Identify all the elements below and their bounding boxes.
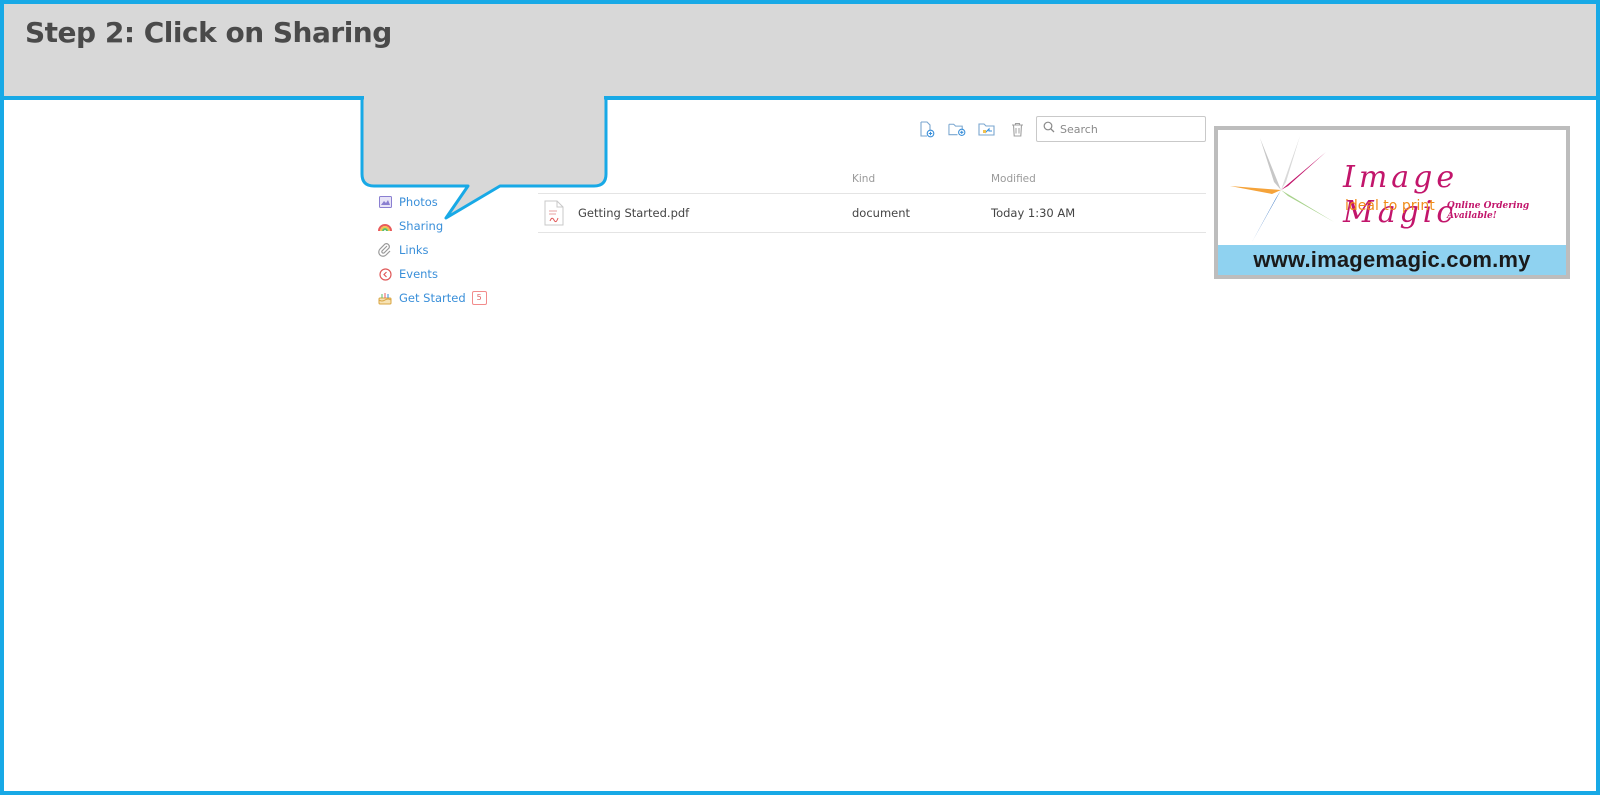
table-header: Kind Modified [538,168,1206,194]
new-file-icon[interactable] [918,120,936,138]
sidebar-item-links[interactable]: Links [378,238,518,262]
pdf-file-icon [544,200,564,226]
ad-tagline: ideal to print [1345,198,1435,214]
clock-icon [378,267,392,281]
sidebar-item-label: Events [399,267,438,281]
new-folder-icon[interactable] [948,120,966,138]
image-magic-ad[interactable]: Image Magic ideal to print Online Orderi… [1214,126,1570,279]
column-header-kind[interactable]: Kind [852,173,875,185]
sidebar-item-photos[interactable]: Photos [378,190,518,214]
sidebar-item-label: Links [399,243,429,257]
toolbar [918,120,1026,138]
search-input[interactable] [1060,122,1200,136]
file-name[interactable]: Getting Started.pdf [578,206,689,220]
sharing-rainbow-icon [378,219,392,233]
photos-icon [378,195,392,209]
step-title: Step 2: Click on Sharing [25,16,392,49]
sidebar-item-label: Get Started [399,291,466,305]
search-icon [1043,120,1055,138]
sidebar-item-label: Sharing [399,219,444,233]
ad-url[interactable]: www.imagemagic.com.my [1218,245,1566,275]
sidebar-item-get-started[interactable]: Get Started 5 [378,286,518,310]
tutorial-frame: Step 2: Click on Sharing [0,0,1600,795]
tutorial-header: Step 2: Click on Sharing [4,4,1596,100]
file-modified: Today 1:30 AM [991,206,1076,220]
file-table: Kind Modified Getting Started.pdf docume… [538,168,1206,233]
paperclip-icon [378,243,392,257]
notification-badge: 5 [471,291,487,305]
image-magic-logo-burst [1230,136,1334,242]
shared-folder-icon[interactable] [978,120,996,138]
search-box[interactable] [1036,116,1206,142]
column-header-modified[interactable]: Modified [991,173,1036,185]
file-kind: document [852,206,911,220]
ad-tagline-extra: Online Ordering Available! [1447,201,1530,221]
sidebar: Photos Sharing Links Events Get Started … [378,190,518,310]
sidebar-item-sharing[interactable]: Sharing [378,214,518,238]
sidebar-item-label: Photos [399,195,438,209]
table-row[interactable]: Getting Started.pdf document Today 1:30 … [538,194,1206,233]
trash-icon[interactable] [1008,120,1026,138]
cake-icon [378,291,392,305]
sidebar-item-events[interactable]: Events [378,262,518,286]
